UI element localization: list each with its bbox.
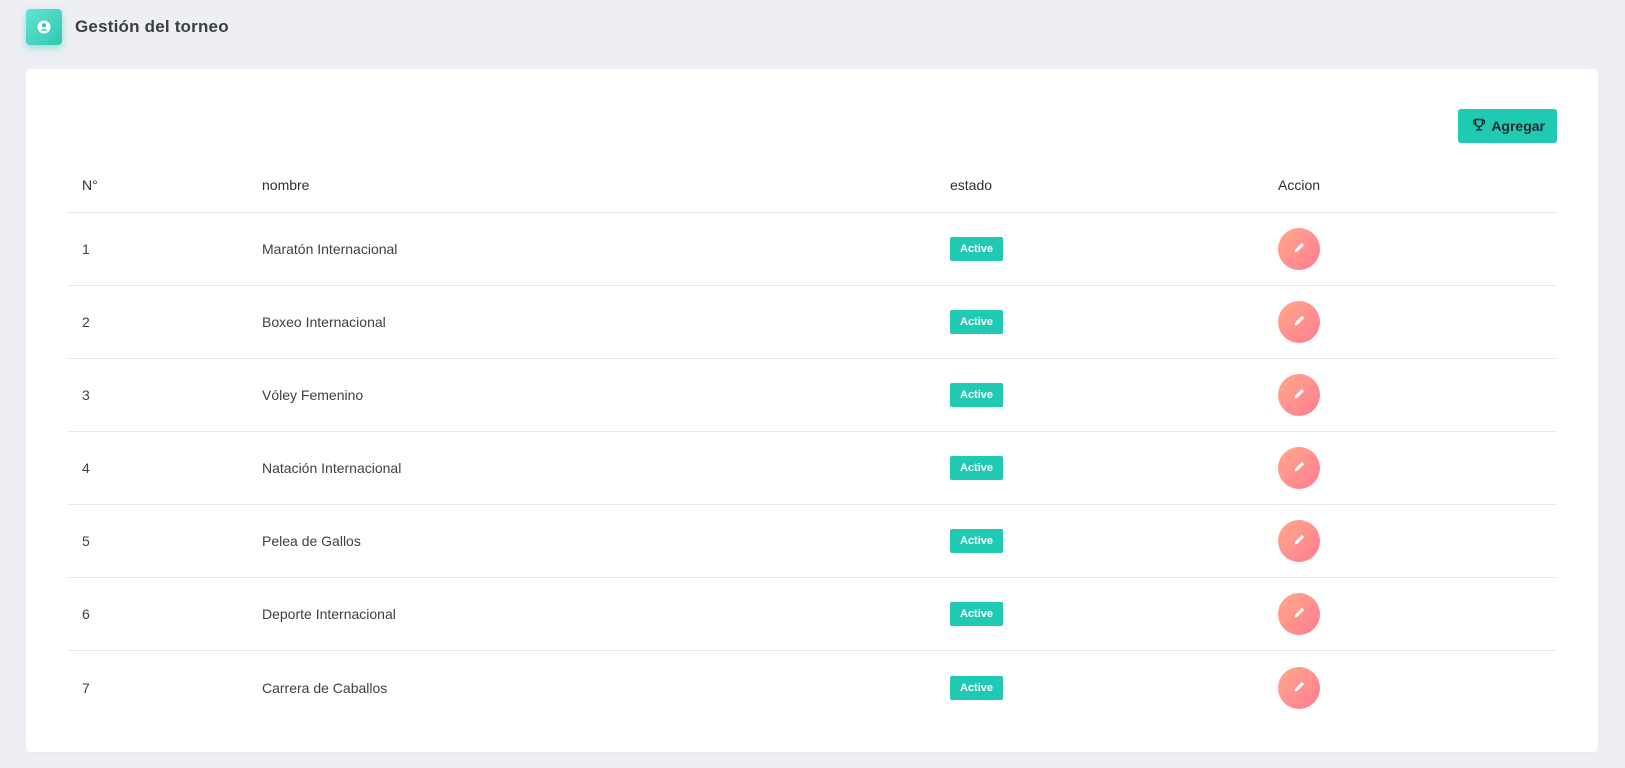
- column-header-name: nombre: [262, 176, 310, 193]
- edit-button[interactable]: [1278, 228, 1320, 270]
- table-row: 5 Pelea de Gallos Active: [67, 505, 1557, 578]
- edit-button[interactable]: [1278, 666, 1320, 709]
- table-row: 3 Vóley Femenino Active: [67, 359, 1557, 432]
- edit-button[interactable]: [1278, 447, 1320, 489]
- edit-button[interactable]: [1278, 301, 1320, 343]
- table-row: 4 Natación Internacional Active: [67, 432, 1557, 505]
- pencil-icon: [1293, 606, 1306, 622]
- add-button-label: Agregar: [1491, 118, 1545, 134]
- column-header-status: estado: [950, 176, 993, 193]
- row-number: 6: [82, 606, 90, 622]
- row-number: 5: [82, 533, 90, 549]
- table-row: 7 Carrera de Caballos Active: [67, 651, 1557, 724]
- row-name: Maratón Internacional: [262, 241, 398, 257]
- row-number: 3: [82, 387, 90, 403]
- pencil-icon: [1293, 241, 1306, 257]
- user-circle-icon: [26, 9, 62, 45]
- table-row: 6 Deporte Internacional Active: [67, 578, 1557, 651]
- row-name: Boxeo Internacional: [262, 314, 386, 330]
- row-name: Deporte Internacional: [262, 606, 396, 622]
- status-badge: Active: [950, 602, 1004, 626]
- row-name: Carrera de Caballos: [262, 679, 388, 696]
- row-name: Pelea de Gallos: [262, 533, 361, 549]
- status-badge: Active: [950, 456, 1004, 480]
- add-button[interactable]: Agregar: [1458, 109, 1557, 143]
- edit-button[interactable]: [1278, 593, 1320, 635]
- table-row: 1 Maratón Internacional Active: [67, 213, 1557, 286]
- row-number: 1: [82, 241, 90, 257]
- pencil-icon: [1293, 533, 1306, 549]
- trophy-icon: [1472, 118, 1486, 135]
- pencil-icon: [1293, 460, 1306, 476]
- status-badge: Active: [950, 529, 1004, 553]
- edit-button[interactable]: [1278, 374, 1320, 416]
- table-header-row: N° nombre estado Accion: [67, 157, 1557, 213]
- page-title: Gestión del torneo: [75, 17, 229, 36]
- column-header-number: N°: [82, 176, 98, 193]
- row-number: 7: [82, 679, 90, 696]
- table-row: 2 Boxeo Internacional Active: [67, 286, 1557, 359]
- status-badge: Active: [950, 383, 1004, 407]
- status-badge: Active: [950, 237, 1004, 261]
- status-badge: Active: [950, 675, 1004, 700]
- row-number: 4: [82, 460, 90, 476]
- pencil-icon: [1293, 680, 1306, 696]
- tournament-table: N° nombre estado Accion 1 Maratón Intern…: [67, 157, 1557, 724]
- page-header: Gestión del torneo: [26, 8, 229, 46]
- row-name: Natación Internacional: [262, 460, 402, 476]
- pencil-icon: [1293, 387, 1306, 403]
- tournament-card: Agregar N° nombre estado Accion 1 Marató…: [26, 69, 1598, 752]
- row-name: Vóley Femenino: [262, 387, 364, 403]
- edit-button[interactable]: [1278, 520, 1320, 562]
- row-number: 2: [82, 314, 90, 330]
- pencil-icon: [1293, 314, 1306, 330]
- column-header-action: Accion: [1278, 176, 1321, 193]
- status-badge: Active: [950, 310, 1004, 334]
